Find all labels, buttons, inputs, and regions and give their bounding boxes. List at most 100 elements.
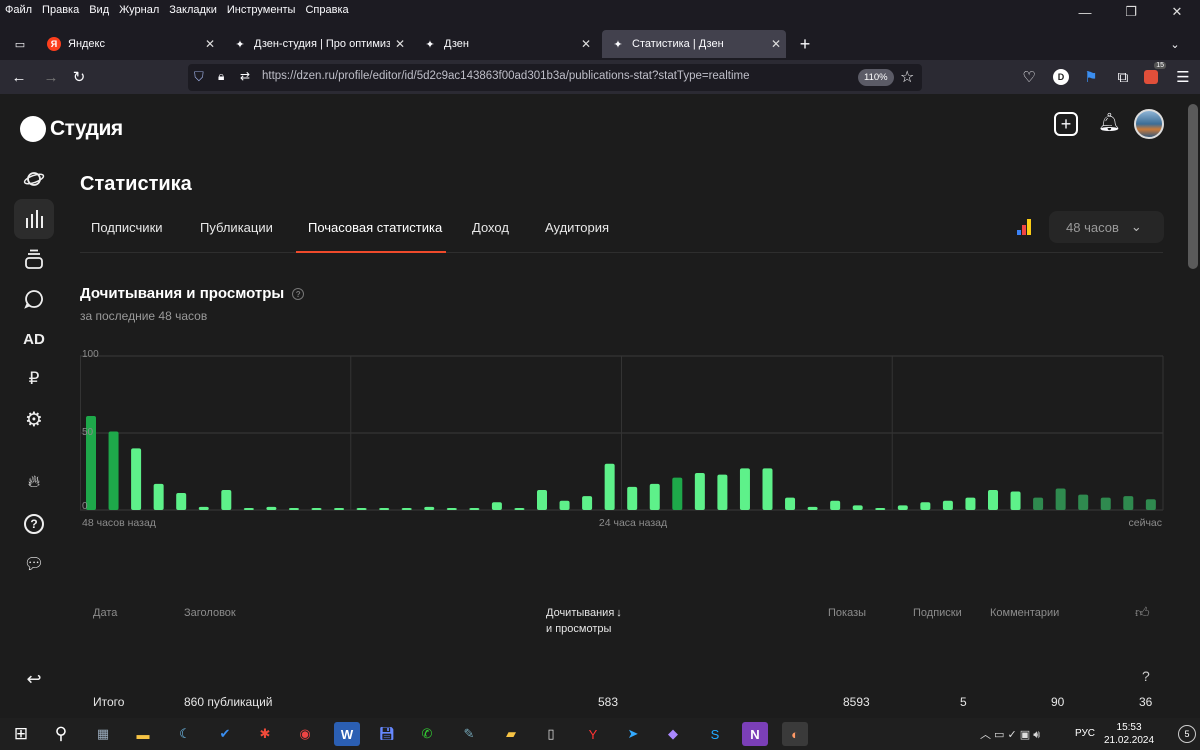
- url-text[interactable]: https://dzen.ru/profile/editor/id/5d2c9a…: [262, 70, 749, 82]
- chart-bar[interactable]: [243, 508, 254, 510]
- chrome-app[interactable]: ◉: [292, 722, 318, 746]
- menu-bookmarks[interactable]: Закладки: [164, 4, 222, 16]
- close-tab-icon[interactable]: ✕: [390, 37, 410, 51]
- chart-bar[interactable]: [785, 497, 796, 510]
- menu-tools[interactable]: Инструменты: [222, 4, 301, 16]
- chart-bar[interactable]: [1010, 491, 1021, 510]
- chart-bar[interactable]: [649, 483, 660, 510]
- files-app[interactable]: ▰: [498, 722, 524, 746]
- help-button[interactable]: ?: [1142, 668, 1150, 684]
- app-red[interactable]: ✱: [252, 722, 278, 746]
- tab-dzen[interactable]: ✦ Дзен ✕: [414, 30, 596, 58]
- chart-bar[interactable]: [1078, 494, 1089, 510]
- obsidian-app[interactable]: ◆: [660, 722, 686, 746]
- chart-bar[interactable]: [739, 468, 750, 510]
- close-window-button[interactable]: ✕: [1154, 0, 1200, 24]
- chart-bar[interactable]: [1145, 499, 1156, 510]
- chart-bar[interactable]: [852, 505, 863, 510]
- chart-bar[interactable]: [469, 508, 480, 510]
- extensions-icon[interactable]: ⧉: [1112, 66, 1134, 88]
- calculator-app[interactable]: ▦: [90, 722, 116, 746]
- pocket-icon[interactable]: ♡: [1018, 66, 1040, 88]
- period-select[interactable]: 48 часов ⌄: [1049, 211, 1164, 243]
- permissions-icon[interactable]: ⇄: [240, 69, 250, 83]
- reload-button[interactable]: ↻: [68, 66, 90, 88]
- close-tab-icon[interactable]: ✕: [576, 37, 596, 51]
- chart-bar[interactable]: [627, 486, 638, 510]
- sidebar-item-publications[interactable]: [14, 239, 54, 279]
- chart-bar[interactable]: [897, 505, 908, 510]
- tab-statistics[interactable]: ✦ Статистика | Дзен ✕: [602, 30, 786, 58]
- chart-bar[interactable]: [424, 506, 435, 510]
- sidebar-item-support[interactable]: 💬︎: [14, 544, 54, 584]
- todo-app[interactable]: ✔: [212, 722, 238, 746]
- chart-bar[interactable]: [830, 500, 841, 510]
- language-indicator[interactable]: РУС: [1075, 728, 1095, 739]
- shield-icon[interactable]: ⛉: [194, 69, 204, 85]
- lock-icon[interactable]: 🔒︎: [218, 69, 224, 84]
- tab-audience[interactable]: Аудитория: [545, 220, 609, 235]
- tab-income[interactable]: Доход: [472, 220, 509, 235]
- clock[interactable]: 15:53 21.02.2024: [1104, 721, 1154, 747]
- maximize-button[interactable]: ❐: [1108, 0, 1154, 24]
- bell-icon[interactable]: 🔔︎: [1098, 112, 1121, 133]
- onenote-app[interactable]: N: [742, 722, 768, 746]
- chart-bar[interactable]: [266, 506, 277, 510]
- sidebar-item-fire[interactable]: 🔥︎: [14, 462, 54, 502]
- chart-bar[interactable]: [198, 506, 209, 510]
- flag-icon[interactable]: ⚑: [1080, 66, 1102, 88]
- chart-bar[interactable]: [401, 508, 412, 510]
- sidebar-item-statistics[interactable]: [14, 199, 54, 239]
- chart-bar[interactable]: [514, 508, 525, 510]
- col-shows[interactable]: Показы: [828, 607, 866, 619]
- new-tab-button[interactable]: +: [792, 30, 818, 58]
- tab-dzen-studio[interactable]: ✦ Дзен-студия | Про оптимизац ✕: [224, 30, 410, 58]
- sidebar-item-income[interactable]: ₽: [14, 359, 54, 399]
- search-button[interactable]: ⚲: [48, 722, 74, 746]
- create-button[interactable]: +: [1054, 112, 1078, 136]
- chart-bar[interactable]: [942, 500, 953, 510]
- close-tab-icon[interactable]: ✕: [200, 37, 220, 51]
- col-date[interactable]: Дата: [93, 607, 117, 619]
- url-bar[interactable]: ⛉ 🔒︎ ⇄ https://dzen.ru/profile/editor/id…: [188, 64, 922, 91]
- col-reads-views[interactable]: Дочитывания ↓ и просмотры: [546, 605, 622, 637]
- chart-bar[interactable]: [537, 489, 547, 510]
- chart-bar[interactable]: [1123, 496, 1134, 510]
- app-tool[interactable]: ✎: [456, 722, 482, 746]
- col-comments[interactable]: Комментарии: [990, 607, 1059, 619]
- chart-bar[interactable]: [356, 508, 367, 510]
- user-avatar[interactable]: [1134, 109, 1164, 139]
- chart-bar[interactable]: [446, 508, 457, 510]
- app-moon[interactable]: ☾: [172, 722, 198, 746]
- account-avatar[interactable]: D: [1050, 66, 1072, 88]
- chart-bar[interactable]: [694, 473, 705, 510]
- chart-bar[interactable]: [288, 508, 299, 510]
- sidebar-item-help[interactable]: ?: [14, 504, 54, 544]
- sidebar-item-comments[interactable]: [14, 279, 54, 319]
- start-button[interactable]: ⊞: [8, 722, 34, 746]
- menu-view[interactable]: Вид: [84, 4, 114, 16]
- notifications-button[interactable]: 5: [1178, 725, 1196, 743]
- chart-bar[interactable]: [131, 448, 142, 510]
- sidebar-item-planet[interactable]: [14, 159, 54, 199]
- chart-bar[interactable]: [582, 496, 593, 510]
- chart-bar[interactable]: [988, 489, 998, 510]
- bookmark-star-icon[interactable]: ☆: [900, 67, 914, 87]
- menu-file[interactable]: Файл: [0, 4, 37, 16]
- app-menu-icon[interactable]: ☰: [1172, 66, 1194, 88]
- chart-bar[interactable]: [762, 468, 773, 510]
- tab-subscribers[interactable]: Подписчики: [91, 220, 163, 235]
- back-button[interactable]: ←: [8, 66, 30, 88]
- menu-help[interactable]: Справка: [300, 4, 353, 16]
- zoom-level[interactable]: 110%: [858, 69, 894, 86]
- forward-button[interactable]: →: [40, 66, 62, 88]
- chart-bar[interactable]: [491, 502, 502, 510]
- close-tab-icon[interactable]: ✕: [766, 37, 786, 51]
- chart-type-icon[interactable]: [1017, 219, 1033, 235]
- col-subscriptions[interactable]: Подписки: [913, 607, 962, 619]
- tab-hourly-stats[interactable]: Почасовая статистика: [308, 220, 442, 235]
- chart-bar[interactable]: [1055, 488, 1066, 510]
- sidebar-item-settings[interactable]: ⚙: [14, 399, 54, 439]
- extension-badge-icon[interactable]: 15: [1140, 62, 1166, 88]
- chart-bar[interactable]: [604, 463, 615, 510]
